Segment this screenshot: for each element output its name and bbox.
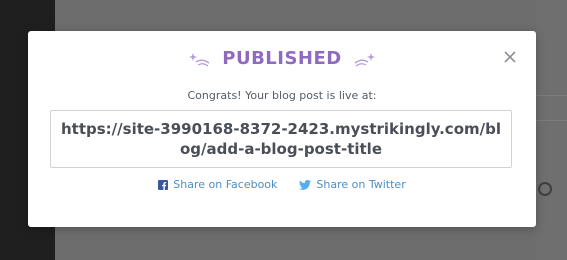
background-radio-icon [538, 182, 552, 196]
dialog-header: PUBLISHED [28, 48, 536, 69]
shooting-star-right-icon [352, 49, 376, 69]
share-twitter-label: Share on Twitter [316, 178, 406, 191]
share-links: Share on Facebook Share on Twitter [28, 178, 536, 191]
share-facebook-label: Share on Facebook [173, 178, 278, 191]
dialog-title: PUBLISHED [222, 48, 342, 69]
share-facebook-link[interactable]: Share on Facebook [158, 178, 277, 191]
dialog-subtitle: Congrats! Your blog post is live at: [187, 89, 377, 102]
background-divider [536, 95, 567, 96]
published-url-field[interactable]: https://site-3990168-8372-2423.mystrikin… [50, 110, 512, 168]
share-twitter-link[interactable]: Share on Twitter [299, 178, 406, 191]
background-divider [536, 120, 567, 121]
twitter-icon [299, 179, 312, 190]
editor-background [536, 0, 567, 260]
facebook-icon [158, 179, 169, 190]
published-dialog: PUBLISHED Congrats! Your blog post is li… [28, 31, 536, 227]
page-background: PUBLISHED Congrats! Your blog post is li… [0, 0, 567, 260]
shooting-star-left-icon [188, 49, 212, 69]
